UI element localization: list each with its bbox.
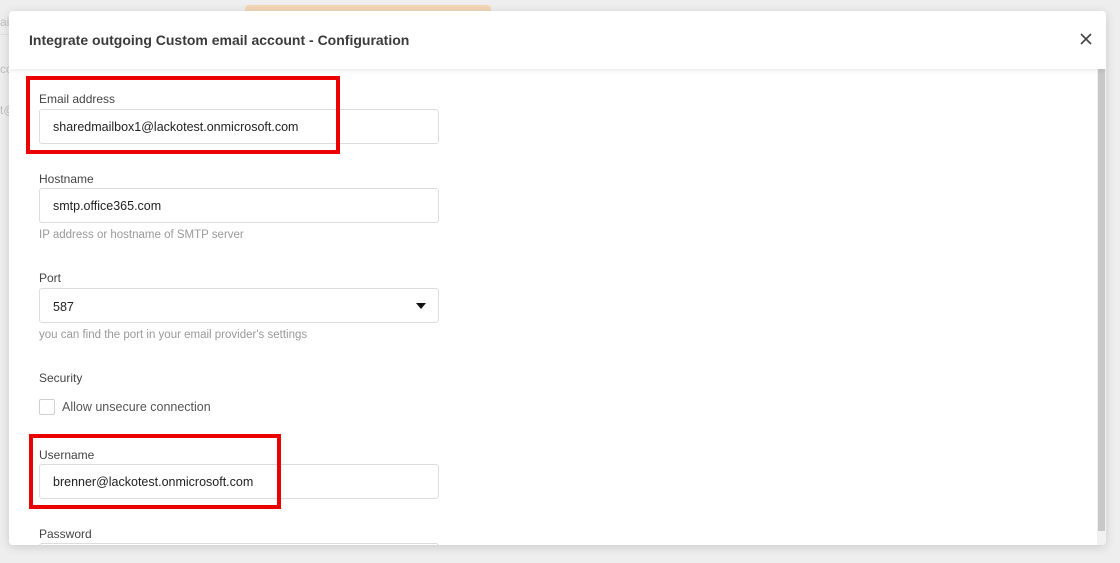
port-select[interactable]: 587: [39, 288, 439, 323]
background-text: ai: [0, 15, 10, 29]
scrollbar[interactable]: [1097, 69, 1106, 545]
email-label: Email address: [39, 92, 116, 106]
port-hint: you can find the port in your email prov…: [39, 329, 308, 341]
scrollbar-thumb[interactable]: [1098, 69, 1105, 531]
username-label: Username: [39, 448, 95, 462]
allow-unsecure-checkbox[interactable]: [39, 399, 55, 415]
username-field[interactable]: [39, 464, 439, 499]
email-field[interactable]: [39, 109, 439, 144]
config-modal: Integrate outgoing Custom email account …: [9, 11, 1106, 545]
modal-title: Integrate outgoing Custom email account …: [29, 32, 410, 48]
port-select-value: 587: [53, 300, 74, 314]
hostname-hint: IP address or hostname of SMTP server: [39, 229, 244, 241]
password-label: Password: [39, 527, 92, 541]
port-label: Port: [39, 271, 62, 285]
close-icon: [1080, 33, 1092, 45]
hostname-field[interactable]: [39, 188, 439, 223]
password-field[interactable]: [39, 543, 439, 545]
security-label: Security: [39, 371, 83, 385]
close-button[interactable]: [1077, 30, 1095, 48]
hostname-label: Hostname: [39, 172, 94, 186]
allow-unsecure-label[interactable]: Allow unsecure connection: [62, 400, 211, 414]
chevron-down-icon: [416, 303, 426, 309]
modal-header: Integrate outgoing Custom email account …: [9, 11, 1106, 69]
